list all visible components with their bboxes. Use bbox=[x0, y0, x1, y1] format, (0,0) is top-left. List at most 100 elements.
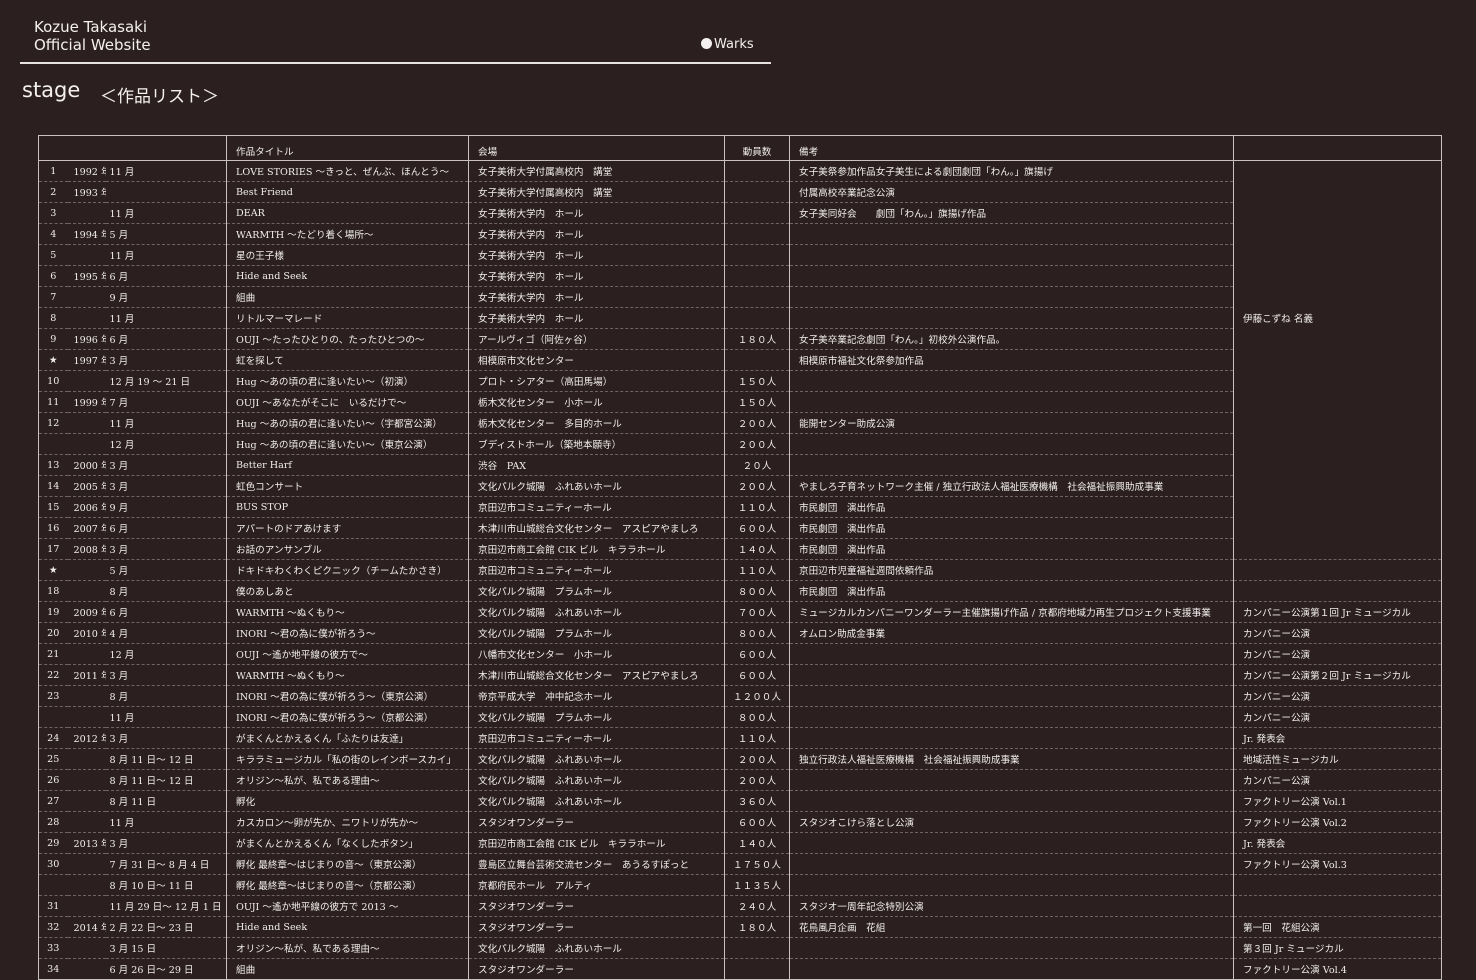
table-row: 292013 年3 月がまくんとかえるくん「なくしたボタン」京田辺市商工会館 C… bbox=[38, 832, 1442, 854]
cell-notes: 花鳥風月企画 花組 bbox=[789, 916, 1234, 938]
cell-title: Hug 〜あの頃の君に逢いたい〜（初演） bbox=[226, 370, 469, 392]
cell-venue: 木津川市山城総合文化センター アスピアやましろ bbox=[468, 517, 725, 539]
cell-title: Hide and Seek bbox=[226, 265, 469, 287]
cell-notes: 京田辺市児童福祉週間依頼作品 bbox=[789, 559, 1234, 581]
cell-attendance bbox=[724, 937, 790, 959]
table-row: 8 月 10 日〜 11 日孵化 最終章〜はじまりの音〜（京都公演） 京都府民ホー… bbox=[38, 874, 1442, 896]
cell-year: 1992 年 bbox=[67, 160, 106, 182]
header-attendance: 動員数 bbox=[724, 135, 790, 161]
cell-venue: 文化パルク城陽 ふれあいホール bbox=[468, 790, 725, 812]
cell-no bbox=[38, 706, 68, 728]
table-row: 11 月 INORI 〜君の為に僕が祈ろう〜（京都公演） 文化パルク城陽 プラムホー… bbox=[38, 706, 1442, 728]
cell-year: 2006 年 bbox=[67, 496, 106, 518]
cell-venue: 栃木文化センター 小ホール bbox=[468, 391, 725, 413]
table-row: 61995 年6 月Hide and Seek女子美術大学内 ホール bbox=[38, 265, 1442, 287]
cell-month: 7 月 31 日〜 8 月 4 日 bbox=[105, 853, 227, 875]
cell-month: 8 月 11 日〜 12 日 bbox=[105, 769, 227, 791]
cell-no: 6 bbox=[38, 265, 68, 287]
cell-no: 26 bbox=[38, 769, 68, 791]
cell-month: 3 月 bbox=[105, 349, 227, 371]
cell-notes bbox=[789, 223, 1234, 245]
cell-notes2 bbox=[1233, 538, 1442, 560]
cell-notes2: カンパニー公演 bbox=[1233, 769, 1442, 791]
cell-month bbox=[105, 181, 227, 203]
cell-month: 8 月 11 日〜 12 日 bbox=[105, 748, 227, 770]
cell-notes bbox=[789, 685, 1234, 707]
cell-title: 星の王子様 bbox=[226, 244, 469, 266]
works-table: 作品タイトル 会場 動員数 備考 11992 年11 月LOVE STORIES… bbox=[38, 135, 1442, 980]
cell-year: 2013 年 bbox=[67, 832, 106, 854]
nav-works-label: Warks bbox=[714, 37, 754, 52]
site-title[interactable]: Kozue Takasaki Official Website bbox=[34, 18, 151, 54]
table-row: 12 月 Hug 〜あの頃の君に逢いたい〜（東京公演） ブディストホール（築地本願寺… bbox=[38, 433, 1442, 455]
cell-notes2 bbox=[1233, 895, 1442, 917]
table-row: 202010 年4 月INORI 〜君の為に僕が祈ろう〜文化パルク城陽 プラムホ… bbox=[38, 622, 1442, 644]
cell-title: Hug 〜あの頃の君に逢いたい〜（東京公演） bbox=[226, 433, 469, 455]
cell-month: 11 月 bbox=[105, 706, 227, 728]
cell-attendance: １５０人 bbox=[724, 391, 790, 413]
table-row: 3 11 月 DEAR 女子美術大学内 ホール 女子美同好会 劇団「わん。」旗揚げ作品 bbox=[38, 202, 1442, 224]
cell-attendance: ６００人 bbox=[724, 643, 790, 665]
cell-venue: 文化パルク城陽 プラムホール bbox=[468, 622, 725, 644]
cell-title: OUJI 〜遙か地平線の彼方で 2013 〜 bbox=[226, 895, 469, 917]
cell-year bbox=[67, 769, 106, 791]
cell-venue: 京田辺市コミュニティーホール bbox=[468, 559, 725, 581]
cell-notes: 相模原市福祉文化祭参加作品 bbox=[789, 349, 1234, 371]
cell-attendance: １１０人 bbox=[724, 559, 790, 581]
cell-attendance bbox=[724, 265, 790, 287]
cell-title: 僕のあしあと bbox=[226, 580, 469, 602]
cell-year bbox=[67, 307, 106, 329]
cell-venue: 文化パルク城陽 ふれあいホール bbox=[468, 937, 725, 959]
cell-month: 3 月 bbox=[105, 727, 227, 749]
cell-notes2 bbox=[1233, 496, 1442, 518]
cell-notes2 bbox=[1233, 559, 1442, 581]
cell-attendance: ８００人 bbox=[724, 706, 790, 728]
table-row: 132000 年3 月Better Harf渋谷 PAX２０人 bbox=[38, 454, 1442, 476]
cell-venue: 文化パルク城陽 ふれあいホール bbox=[468, 769, 725, 791]
cell-month: 11 月 bbox=[105, 307, 227, 329]
cell-month: 11 月 bbox=[105, 160, 227, 182]
cell-notes2: Jr. 発表会 bbox=[1233, 832, 1442, 854]
table-row: 10 12 月 19 〜 21 日 Hug 〜あの頃の君に逢いたい〜（初演） プロト・… bbox=[38, 370, 1442, 392]
cell-venue: 木津川市山城総合文化センター アスピアやましろ bbox=[468, 664, 725, 686]
cell-notes2: カンパニー公演 bbox=[1233, 643, 1442, 665]
cell-year bbox=[67, 433, 106, 455]
cell-notes bbox=[789, 433, 1234, 455]
cell-no: 5 bbox=[38, 244, 68, 266]
header-notes: 備考 bbox=[789, 135, 1234, 161]
cell-title: WARMTH 〜たどり着く場所〜 bbox=[226, 223, 469, 245]
cell-venue: 女子美術大学付属高校内 講堂 bbox=[468, 181, 725, 203]
cell-title: お話のアンサンブル bbox=[226, 538, 469, 560]
cell-attendance: １１０人 bbox=[724, 727, 790, 749]
cell-title: がまくんとかえるくん「なくしたボタン」 bbox=[226, 832, 469, 854]
cell-venue: 京田辺市商工会館 CIK ビル キララホール bbox=[468, 832, 725, 854]
table-row: 91996 年6 月OUJI 〜たったひとりの、たったひとつの〜アールヴィゴ（阿… bbox=[38, 328, 1442, 350]
header-divider bbox=[20, 62, 771, 64]
cell-title: 孵化 最終章〜はじまりの音〜（東京公演） bbox=[226, 853, 469, 875]
table-row: 28 11 月カスカロン〜卵が先か、ニワトリが先か〜 スタジオワンダーラー ６００人ス… bbox=[38, 811, 1442, 833]
cell-month: 4 月 bbox=[105, 622, 227, 644]
cell-title: Better Harf bbox=[226, 454, 469, 476]
cell-no: 9 bbox=[38, 328, 68, 350]
table-row: 5 11 月星の王子様 女子美術大学内 ホール bbox=[38, 244, 1442, 266]
cell-title: ドキドキわくわくピクニック（チームたかさき） bbox=[226, 559, 469, 581]
cell-venue: 文化パルク城陽 ふれあいホール bbox=[468, 748, 725, 770]
table-header-row: 作品タイトル 会場 動員数 備考 bbox=[38, 135, 1442, 161]
cell-year: 1993 年 bbox=[67, 181, 106, 203]
works-table-body: 11992 年11 月LOVE STORIES 〜きっと、ぜんぶ、ほんとう〜女子… bbox=[38, 160, 1442, 980]
table-row: 222011 年3 月WARMTH 〜ぬくもり〜木津川市山城総合文化センター ア… bbox=[38, 664, 1442, 686]
cell-notes: 女子美同好会 劇団「わん。」旗揚げ作品 bbox=[789, 202, 1234, 224]
cell-attendance: １１３５人 bbox=[724, 874, 790, 896]
cell-title: 虹を探して bbox=[226, 349, 469, 371]
cell-attendance: ６００人 bbox=[724, 664, 790, 686]
cell-venue: 京都府民ホール アルティ bbox=[468, 874, 725, 896]
cell-year: 1997 年 bbox=[67, 349, 106, 371]
cell-year bbox=[67, 202, 106, 224]
cell-notes: 女子美卒業記念劇団「わん。」初校外公演作品。 bbox=[789, 328, 1234, 350]
nav-works-link[interactable]: Warks bbox=[701, 37, 754, 52]
cell-title: INORI 〜君の為に僕が祈ろう〜 bbox=[226, 622, 469, 644]
cell-month: 11 月 bbox=[105, 412, 227, 434]
cell-attendance bbox=[724, 307, 790, 329]
cell-venue: 文化パルク城陽 プラムホール bbox=[468, 580, 725, 602]
cell-notes2: ファクトリー公演 Vol.2 bbox=[1233, 811, 1442, 833]
